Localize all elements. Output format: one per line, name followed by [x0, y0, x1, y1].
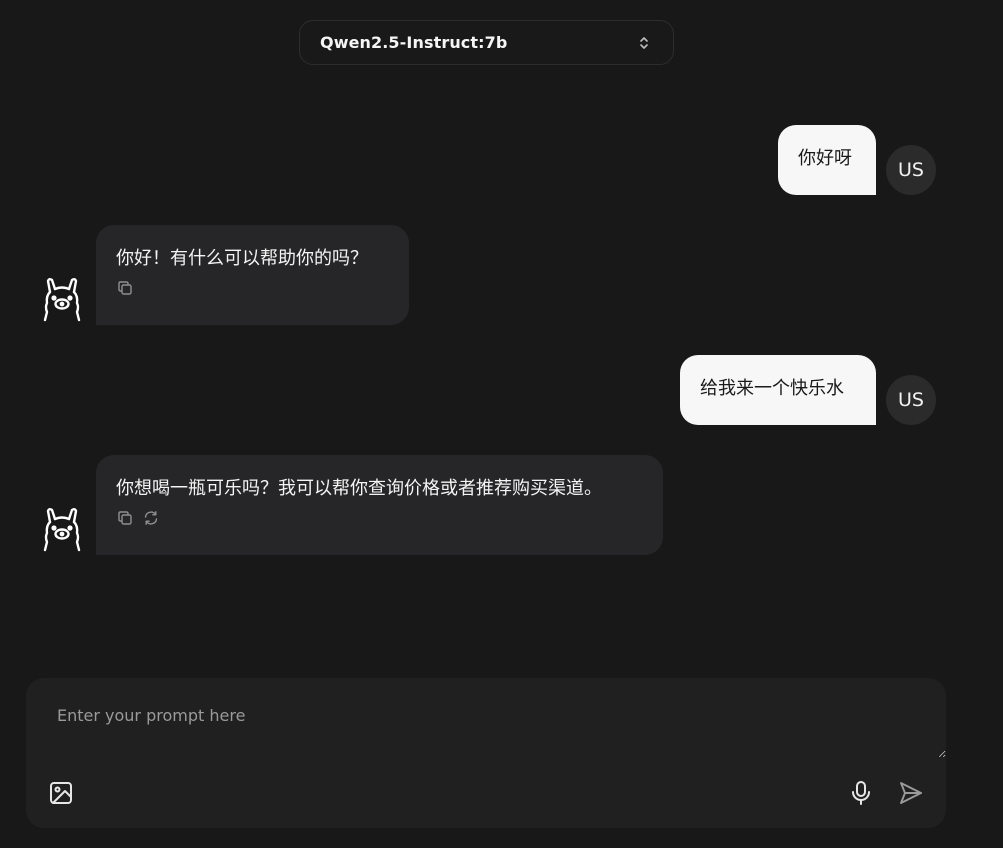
- microphone-icon[interactable]: [848, 780, 874, 806]
- user-avatar-label: US: [898, 389, 924, 411]
- assistant-message: 你想喝一瓶可乐吗？我可以帮你查询价格或者推荐购买渠道。: [96, 455, 663, 555]
- assistant-message-text: 你想喝一瓶可乐吗？我可以帮你查询价格或者推荐购买渠道。: [116, 478, 602, 499]
- image-icon[interactable]: [48, 780, 74, 806]
- copy-icon[interactable]: [116, 279, 134, 297]
- prompt-composer: [26, 678, 946, 828]
- prompt-input[interactable]: [40, 692, 946, 758]
- user-avatar: US: [886, 145, 936, 195]
- refresh-icon[interactable]: [142, 509, 160, 527]
- llama-avatar-icon: [43, 278, 81, 322]
- user-message: 你好呀: [778, 125, 876, 195]
- user-avatar-label: US: [898, 159, 924, 181]
- llama-avatar-icon: [43, 508, 81, 552]
- user-message: 给我来一个快乐水: [680, 355, 876, 425]
- model-select[interactable]: Qwen2.5-Instruct:7b: [299, 20, 674, 65]
- copy-icon[interactable]: [116, 509, 134, 527]
- assistant-message-text: 你好！有什么可以帮助你的吗？: [116, 248, 368, 269]
- model-select-label: Qwen2.5-Instruct:7b: [320, 33, 508, 52]
- user-avatar: US: [886, 375, 936, 425]
- assistant-message: 你好！有什么可以帮助你的吗？: [96, 225, 409, 325]
- user-message-text: 你好呀: [798, 148, 852, 169]
- user-message-text: 给我来一个快乐水: [700, 378, 844, 399]
- chevron-updown-icon: [640, 37, 648, 49]
- send-icon[interactable]: [898, 780, 924, 806]
